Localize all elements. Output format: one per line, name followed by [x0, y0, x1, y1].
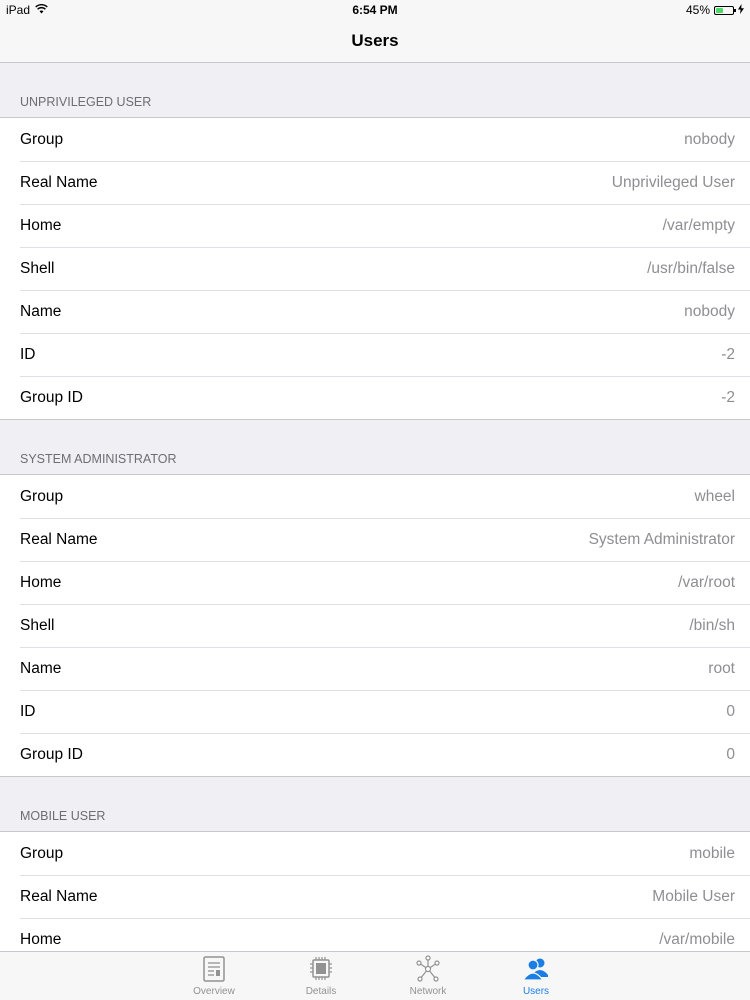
- battery-icon: [714, 5, 736, 15]
- table-row-group-id[interactable]: Group ID -2: [0, 376, 750, 419]
- row-label: Home: [20, 216, 62, 234]
- row-label: Group ID: [20, 745, 83, 763]
- row-value: mobile: [689, 844, 735, 862]
- row-value: wheel: [694, 487, 736, 505]
- users-table[interactable]: UNPRIVILEGED USER Group nobody Real Name…: [0, 63, 750, 951]
- tab-overview[interactable]: Overview: [174, 955, 254, 997]
- tab-label: Users: [522, 986, 550, 997]
- row-label: Group: [20, 487, 64, 505]
- table-row-home[interactable]: Home /var/root: [0, 561, 750, 604]
- row-label: ID: [20, 702, 36, 720]
- status-time: 6:54 PM: [352, 3, 398, 17]
- tab-bar: Overview Details Network Users: [0, 951, 750, 1000]
- status-right: 45%: [686, 3, 744, 17]
- section-body: Group mobile Real Name Mobile User Home …: [0, 831, 750, 951]
- row-label: ID: [20, 345, 36, 363]
- table-row-id[interactable]: ID 0: [0, 690, 750, 733]
- row-value: 0: [726, 702, 735, 720]
- row-label: Shell: [20, 259, 55, 277]
- section-system-administrator: SYSTEM ADMINISTRATOR Group wheel Real Na…: [0, 420, 750, 777]
- tab-users[interactable]: Users: [496, 955, 576, 997]
- tab-label: Overview: [193, 986, 235, 997]
- row-value: -2: [721, 388, 735, 406]
- status-bar: iPad 6:54 PM 45%: [0, 0, 750, 20]
- table-row-name[interactable]: Name root: [0, 647, 750, 690]
- tab-details[interactable]: Details: [281, 955, 361, 997]
- section-mobile-user: MOBILE USER Group mobile Real Name Mobil…: [0, 777, 750, 951]
- row-value: Mobile User: [652, 887, 735, 905]
- table-row-name[interactable]: Name nobody: [0, 290, 750, 333]
- table-row-shell[interactable]: Shell /usr/bin/false: [0, 247, 750, 290]
- section-unprivileged-user: UNPRIVILEGED USER Group nobody Real Name…: [0, 63, 750, 420]
- users-icon: [523, 955, 549, 983]
- row-value: 0: [726, 745, 735, 763]
- battery-cap: [734, 8, 736, 12]
- row-label: Group ID: [20, 388, 83, 406]
- section-header: MOBILE USER: [20, 809, 106, 823]
- overview-icon: [201, 955, 227, 983]
- row-label: Shell: [20, 616, 55, 634]
- tab-label: Details: [305, 986, 337, 997]
- row-label: Real Name: [20, 887, 98, 905]
- tab-network[interactable]: Network: [388, 955, 468, 997]
- row-label: Name: [20, 659, 62, 677]
- row-label: Name: [20, 302, 62, 320]
- row-value: /var/mobile: [659, 930, 735, 948]
- table-row-group[interactable]: Group nobody: [0, 118, 750, 161]
- table-row-group-id[interactable]: Group ID 0: [0, 733, 750, 776]
- table-row-real-name[interactable]: Real Name Unprivileged User: [0, 161, 750, 204]
- section-body: Group nobody Real Name Unprivileged User…: [0, 117, 750, 420]
- section-body: Group wheel Real Name System Administrat…: [0, 474, 750, 777]
- table-row-home[interactable]: Home /var/mobile: [0, 918, 750, 951]
- row-label: Group: [20, 844, 64, 862]
- row-value: -2: [721, 345, 735, 363]
- row-value: /var/root: [678, 573, 735, 591]
- row-label: Real Name: [20, 530, 98, 548]
- row-label: Home: [20, 573, 62, 591]
- section-header: UNPRIVILEGED USER: [20, 95, 152, 109]
- row-value: Unprivileged User: [611, 173, 735, 191]
- row-label: Group: [20, 130, 64, 148]
- section-header: SYSTEM ADMINISTRATOR: [20, 452, 177, 466]
- page-title: Users: [351, 31, 399, 50]
- table-row-id[interactable]: ID -2: [0, 333, 750, 376]
- tab-label: Network: [409, 986, 447, 997]
- row-label: Home: [20, 930, 62, 948]
- table-row-real-name[interactable]: Real Name System Administrator: [0, 518, 750, 561]
- row-value: root: [708, 659, 735, 677]
- battery-fill: [716, 7, 723, 13]
- table-row-real-name[interactable]: Real Name Mobile User: [0, 875, 750, 918]
- battery-percent: 45%: [685, 3, 710, 17]
- network-icon: [415, 955, 441, 983]
- table-row-shell[interactable]: Shell /bin/sh: [0, 604, 750, 647]
- row-value: nobody: [684, 302, 735, 320]
- row-value: /var/empty: [662, 216, 735, 234]
- table-row-group[interactable]: Group mobile: [0, 832, 750, 875]
- row-label: Real Name: [20, 173, 98, 191]
- row-value: System Administrator: [588, 530, 735, 548]
- table-row-home[interactable]: Home /var/empty: [0, 204, 750, 247]
- table-row-group[interactable]: Group wheel: [0, 475, 750, 518]
- chip-icon: [308, 955, 334, 983]
- row-value: nobody: [684, 130, 735, 148]
- row-value: /bin/sh: [689, 616, 735, 634]
- row-value: /usr/bin/false: [647, 259, 735, 277]
- charging-bolt-icon: [738, 3, 744, 17]
- navigation-bar: Users: [0, 20, 750, 63]
